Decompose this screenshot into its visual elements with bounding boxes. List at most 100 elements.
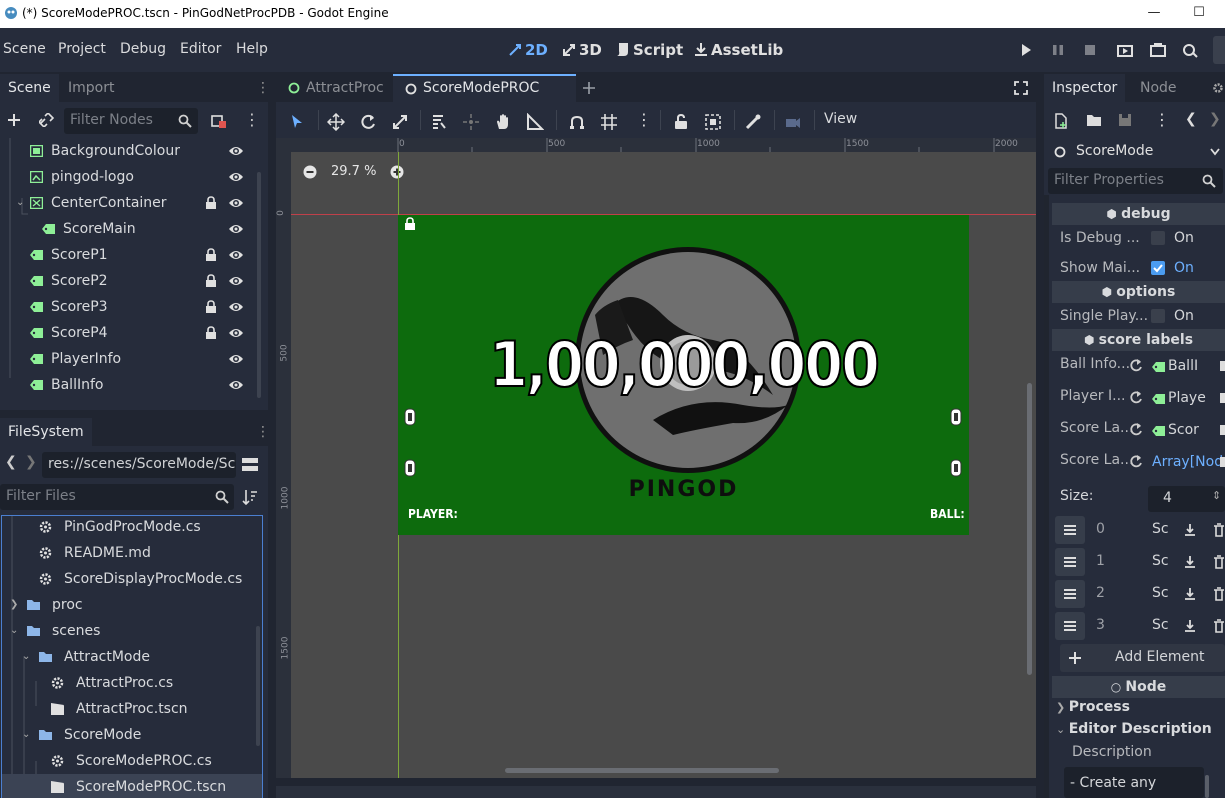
file-tree-scrollbar[interactable]: [256, 626, 260, 746]
menu-editor[interactable]: Editor: [180, 41, 221, 57]
sort-icon[interactable]: [242, 489, 258, 505]
array-element-value[interactable]: Sc: [1152, 521, 1169, 537]
collapse-arrow-icon[interactable]: ⌄: [22, 722, 30, 748]
visibility-eye-icon[interactable]: [228, 222, 244, 236]
tab-scene[interactable]: Scene: [0, 74, 59, 102]
file-item[interactable]: ScoreModePROC.cs: [2, 748, 262, 774]
view-menu[interactable]: View: [824, 111, 857, 127]
tab-filesystem[interactable]: FileSystem: [0, 418, 92, 446]
file-item[interactable]: AttractProc.cs: [2, 670, 262, 696]
expand-arrow-icon[interactable]: ❯: [10, 592, 18, 618]
scene-node-scorep1[interactable]: ScoreP1: [0, 242, 260, 268]
add-node-icon[interactable]: [7, 113, 21, 127]
scene-canvas[interactable]: 1,00,000,000 PINGOD PLAYER: BALL:: [398, 215, 969, 535]
camera-override-icon[interactable]: [784, 113, 802, 131]
back-arrow-icon[interactable]: ❮: [5, 454, 17, 470]
list-select-icon[interactable]: [430, 113, 448, 131]
play-scene-icon[interactable]: [1116, 42, 1134, 58]
filesystem-path-field[interactable]: res://scenes/ScoreMode/Sc: [42, 452, 236, 478]
history-forward-icon[interactable]: ❯: [1209, 111, 1221, 127]
assign-icon[interactable]: [1184, 587, 1196, 601]
viewport-vertical-scrollbar[interactable]: [1027, 383, 1032, 675]
tab-scoremodeproc[interactable]: ScoreModePROC: [393, 74, 576, 102]
new-resource-icon[interactable]: [1054, 113, 1068, 129]
scene-dock-menu-icon[interactable]: ⋮: [244, 110, 260, 129]
assign-icon[interactable]: [1184, 619, 1196, 633]
select-tool-icon[interactable]: [288, 113, 306, 131]
play-icon[interactable]: [1017, 42, 1035, 58]
node-path-field[interactable]: Playe: [1148, 386, 1225, 412]
rotate-tool-icon[interactable]: [359, 113, 377, 131]
section-score-labels[interactable]: ⬢ score labels: [1052, 329, 1225, 351]
add-scene-tab-icon[interactable]: [582, 81, 596, 95]
visibility-eye-icon[interactable]: [228, 144, 244, 158]
folder-item[interactable]: ❯ proc: [2, 592, 262, 618]
zoom-in-icon[interactable]: [390, 165, 404, 179]
folder-item[interactable]: ⌄ scenes: [2, 618, 262, 644]
renderer-selector[interactable]: [1213, 36, 1225, 64]
section-options[interactable]: ⬢ options: [1052, 281, 1225, 303]
description-textarea[interactable]: - Create any: [1064, 767, 1204, 798]
forward-arrow-icon[interactable]: ❯: [25, 454, 37, 470]
revert-icon[interactable]: [1129, 390, 1143, 404]
trash-icon[interactable]: [1213, 555, 1225, 569]
file-item[interactable]: ScoreModePROC.tscn: [2, 774, 262, 798]
snap-options-icon[interactable]: ⋮: [636, 110, 652, 129]
menu-project[interactable]: Project: [58, 41, 106, 57]
file-item[interactable]: AttractProc.tscn: [2, 696, 262, 722]
distraction-free-icon[interactable]: [1014, 81, 1028, 95]
revert-icon[interactable]: [1129, 422, 1143, 436]
drag-handle[interactable]: [1055, 548, 1085, 576]
minimize-button[interactable]: —: [1142, 2, 1166, 24]
visibility-eye-icon[interactable]: [228, 196, 244, 210]
visibility-eye-icon[interactable]: [228, 170, 244, 184]
link-icon[interactable]: [39, 113, 54, 127]
node-path-field[interactable]: Scor: [1148, 418, 1225, 444]
pivot-tool-icon[interactable]: [462, 113, 480, 131]
scene-node-playerinfo[interactable]: PlayerInfo: [0, 346, 260, 372]
section-debug[interactable]: ⬢ debug: [1052, 203, 1225, 225]
tab-import[interactable]: Import: [60, 74, 122, 102]
canvas-viewport[interactable]: 0 500 1000 1500 2000 0 500 1000 1500 29.…: [276, 138, 1036, 778]
pause-icon[interactable]: [1049, 42, 1067, 58]
menu-debug[interactable]: Debug: [120, 41, 166, 57]
folder-item[interactable]: ⌄ ScoreMode: [2, 722, 262, 748]
group-process[interactable]: ❯ Process: [1056, 699, 1225, 719]
scene-node-scorep4[interactable]: ScoreP4: [0, 320, 260, 346]
maximize-button[interactable]: ☐: [1187, 2, 1211, 24]
lock-selected-icon[interactable]: [672, 113, 690, 131]
save-icon[interactable]: [1118, 113, 1132, 127]
section-node[interactable]: ○ Node: [1052, 676, 1225, 698]
skeleton-icon[interactable]: [744, 113, 762, 131]
add-element-button[interactable]: Add Element: [1060, 644, 1225, 672]
array-element-value[interactable]: Sc: [1152, 585, 1169, 601]
grid-snap-icon[interactable]: [600, 113, 618, 131]
array-element-value[interactable]: Sc: [1152, 617, 1169, 633]
lock-icon[interactable]: [205, 196, 217, 210]
revert-icon[interactable]: [1129, 358, 1143, 372]
menu-scene[interactable]: Scene: [3, 41, 46, 57]
menu-help[interactable]: Help: [236, 41, 268, 57]
visibility-eye-icon[interactable]: [228, 326, 244, 340]
node-path-field[interactable]: BallI: [1148, 354, 1225, 380]
assign-icon[interactable]: [1184, 523, 1196, 537]
node-path-field[interactable]: Array[Node: [1148, 450, 1225, 476]
file-item[interactable]: ScoreDisplayProcMode.cs: [2, 566, 262, 592]
scene-node-scorep2[interactable]: ScoreP2: [0, 268, 260, 294]
scene-node-scoremain[interactable]: ScoreMain: [0, 216, 260, 242]
drag-handle[interactable]: [1055, 580, 1085, 608]
visibility-eye-icon[interactable]: [228, 352, 244, 366]
stop-icon[interactable]: [1081, 42, 1099, 58]
viewport-horizontal-scrollbar[interactable]: [505, 768, 779, 773]
filesystem-menu-icon[interactable]: ⋮: [256, 424, 270, 440]
instance-scene-icon[interactable]: [211, 113, 227, 129]
tab-inspector[interactable]: Inspector: [1044, 74, 1126, 102]
is-debug-checkbox[interactable]: [1151, 231, 1165, 245]
scene-node-pingod-logo[interactable]: pingod-logo: [0, 164, 260, 190]
ruler-tool-icon[interactable]: [526, 113, 544, 131]
visibility-eye-icon[interactable]: [228, 248, 244, 262]
collapse-arrow-icon[interactable]: ⌄: [16, 190, 24, 216]
visibility-eye-icon[interactable]: [228, 300, 244, 314]
group-selected-icon[interactable]: [704, 113, 722, 131]
revert-icon[interactable]: [1129, 454, 1143, 468]
